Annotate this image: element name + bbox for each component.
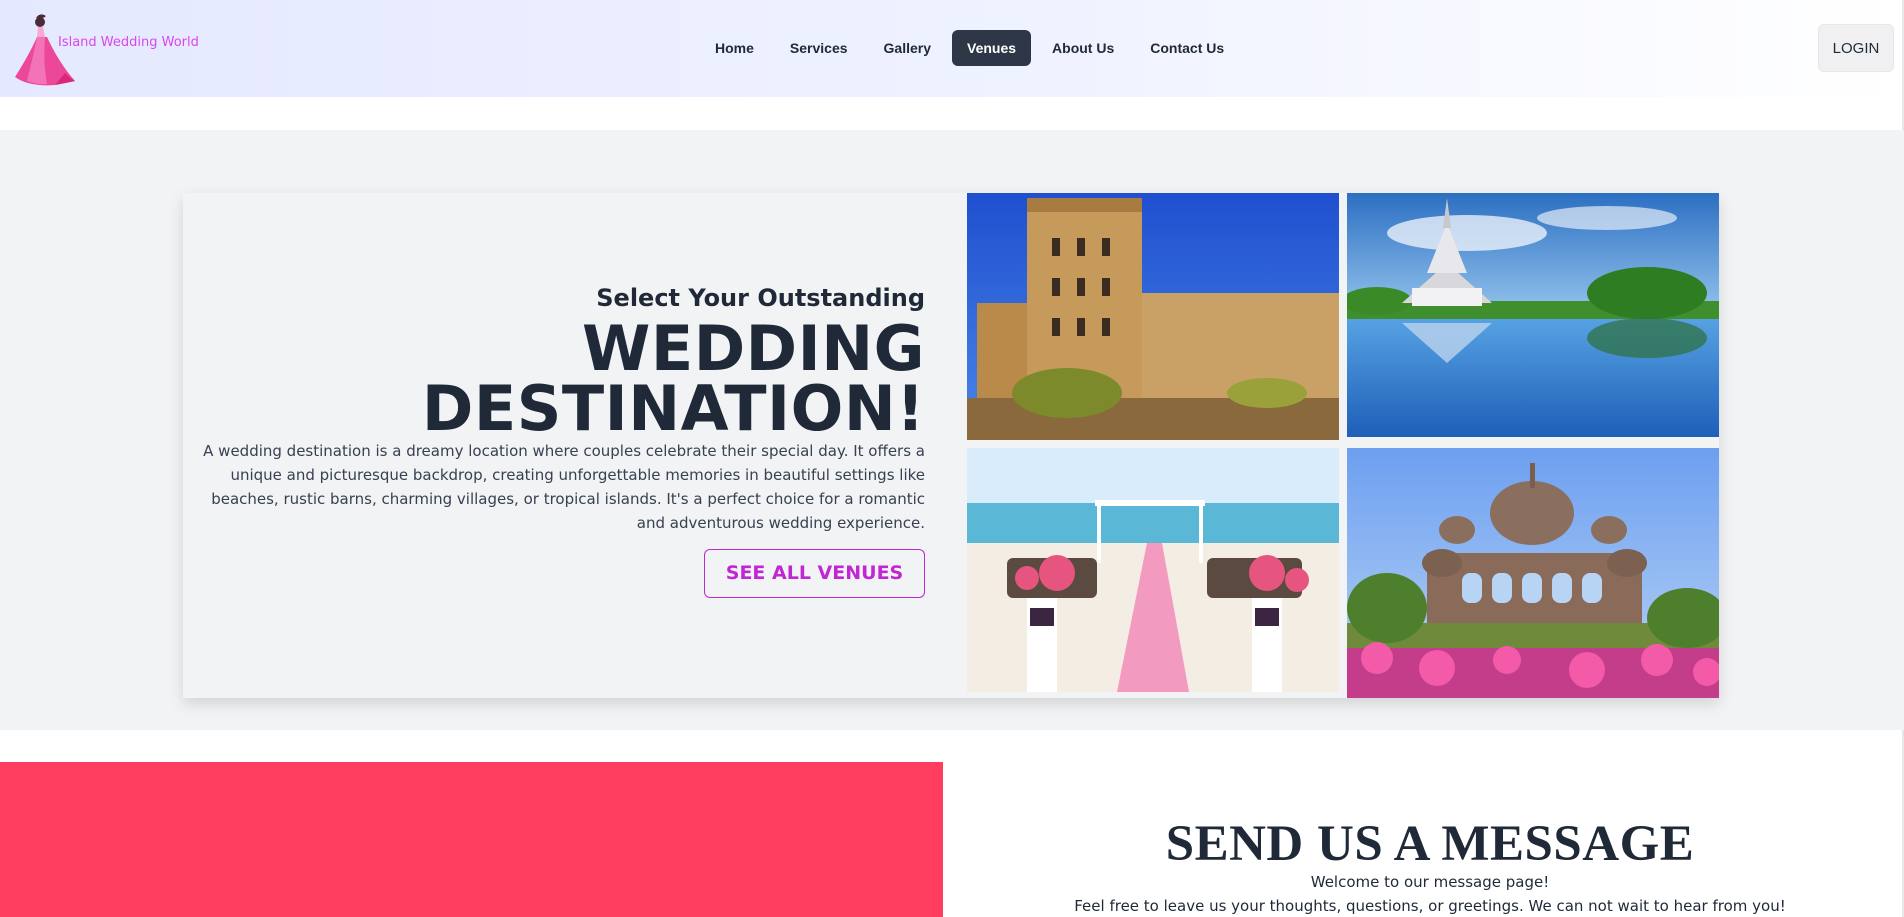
castle-venue-photo (967, 193, 1339, 440)
thai-temple-lake-photo (1347, 193, 1719, 437)
nav-services[interactable]: Services (775, 30, 863, 66)
nav-home[interactable]: Home (700, 30, 769, 66)
beach-wedding-aisle-photo (967, 448, 1339, 692)
hero-title-line1: WEDDING (581, 312, 925, 385)
hero-text-block: Select Your Outstanding WEDDING DESTINAT… (198, 283, 925, 598)
login-button[interactable]: LOGIN (1818, 24, 1894, 72)
main-navigation: Home Services Gallery Venues About Us Co… (700, 30, 1239, 66)
nav-contact-us[interactable]: Contact Us (1135, 30, 1239, 66)
nav-venues[interactable]: Venues (952, 30, 1032, 66)
contact-banner-block (0, 762, 943, 917)
indian-palace-garden-photo (1347, 448, 1719, 698)
brand-name: Island Wedding World (58, 35, 199, 50)
venues-hero-section: Select Your Outstanding WEDDING DESTINAT… (0, 130, 1904, 730)
hero-card: Select Your Outstanding WEDDING DESTINAT… (183, 193, 1719, 698)
hero-title-line2: DESTINATION! (421, 372, 925, 445)
nav-about-us[interactable]: About Us (1037, 30, 1129, 66)
top-navbar: Island Wedding World Home Services Galle… (0, 0, 1904, 97)
hero-title: WEDDING DESTINATION! (198, 312, 925, 445)
see-all-venues-button[interactable]: SEE ALL VENUES (704, 549, 925, 598)
nav-gallery[interactable]: Gallery (869, 30, 946, 66)
send-message-title: SEND US A MESSAGE (1165, 816, 1695, 872)
message-invite-text: Feel free to leave us your thoughts, que… (1074, 897, 1786, 915)
brand-logo[interactable]: Island Wedding World (10, 10, 200, 90)
hero-subtitle: Select Your Outstanding (596, 284, 925, 312)
message-welcome-text: Welcome to our message page! (1310, 873, 1550, 891)
hero-description: A wedding destination is a dreamy locati… (203, 442, 925, 532)
